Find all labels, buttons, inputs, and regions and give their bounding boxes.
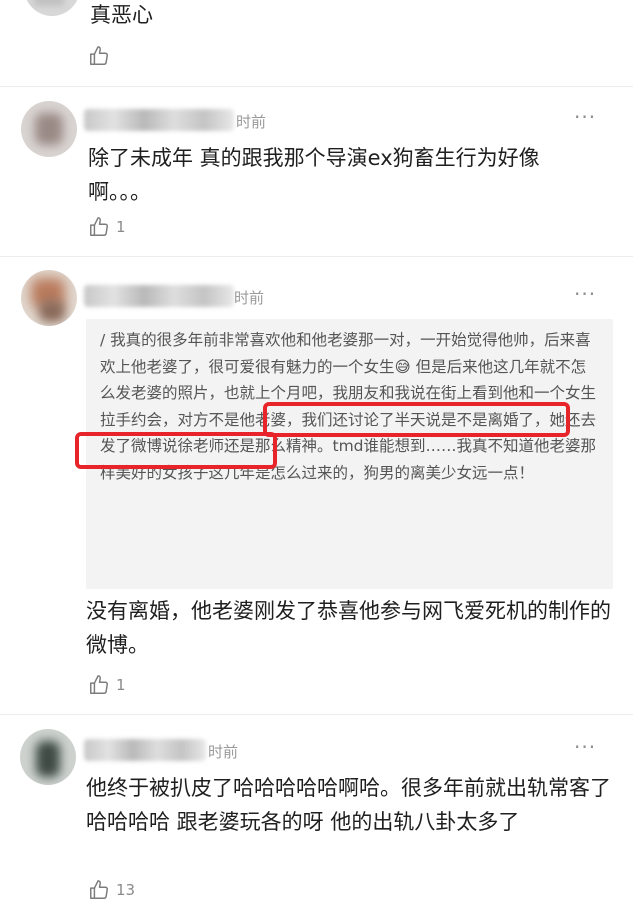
timestamp: 时前 — [208, 743, 239, 761]
comment-text: 真恶心 — [90, 3, 153, 27]
more-dots-icon[interactable]: ··· — [574, 282, 596, 306]
like-count: 1 — [116, 676, 126, 694]
timestamp: 时前 — [234, 289, 265, 307]
avatar[interactable] — [21, 101, 77, 157]
like-count: 13 — [116, 881, 136, 899]
avatar[interactable] — [20, 729, 76, 785]
thumbs-up-icon — [90, 675, 108, 694]
username[interactable] — [84, 739, 206, 761]
more-dots-icon[interactable]: ··· — [574, 735, 596, 759]
comment-3: 时前 ··· 他终于被扒皮了哈哈哈哈哈啊哈。很多年前就出轨常客了哈哈哈哈 跟老婆… — [0, 715, 633, 904]
highlight-box — [263, 402, 570, 437]
like-count: 1 — [116, 218, 126, 236]
timestamp: 时前 — [236, 113, 267, 131]
like-button[interactable] — [88, 45, 116, 67]
thumbs-up-icon — [90, 217, 108, 236]
avatar[interactable] — [24, 0, 80, 16]
comment-text: 没有离婚，他老婆刚发了恭喜他参与网飞爱死机的制作的微博。 — [86, 599, 611, 657]
avatar[interactable] — [21, 270, 77, 326]
more-dots-icon[interactable]: ··· — [574, 105, 596, 129]
comment-1: 时前 ··· 除了未成年 真的跟我那个导演ex狗畜生行为好像啊。。。 1 — [0, 87, 633, 257]
like-button[interactable]: 1 — [88, 674, 126, 696]
thumbs-up-icon — [90, 880, 108, 899]
thumbs-up-icon — [90, 46, 108, 65]
comment-text: 他终于被扒皮了哈哈哈哈哈啊哈。很多年前就出轨常客了哈哈哈哈 跟老婆玩各的呀 他的… — [86, 776, 611, 834]
username[interactable] — [84, 109, 234, 131]
comment-0: 真恶心 — [0, 0, 633, 85]
highlight-box — [75, 432, 277, 469]
comment-2: 时前 ··· / 我真的很多年前非常喜欢他和他老婆那一对，一开始觉得他帅，后来喜… — [0, 257, 633, 715]
like-button[interactable]: 1 — [88, 216, 126, 238]
username[interactable] — [84, 285, 234, 307]
comment-text: 除了未成年 真的跟我那个导演ex狗畜生行为好像啊。。。 — [88, 146, 540, 204]
like-button[interactable]: 13 — [88, 879, 135, 901]
